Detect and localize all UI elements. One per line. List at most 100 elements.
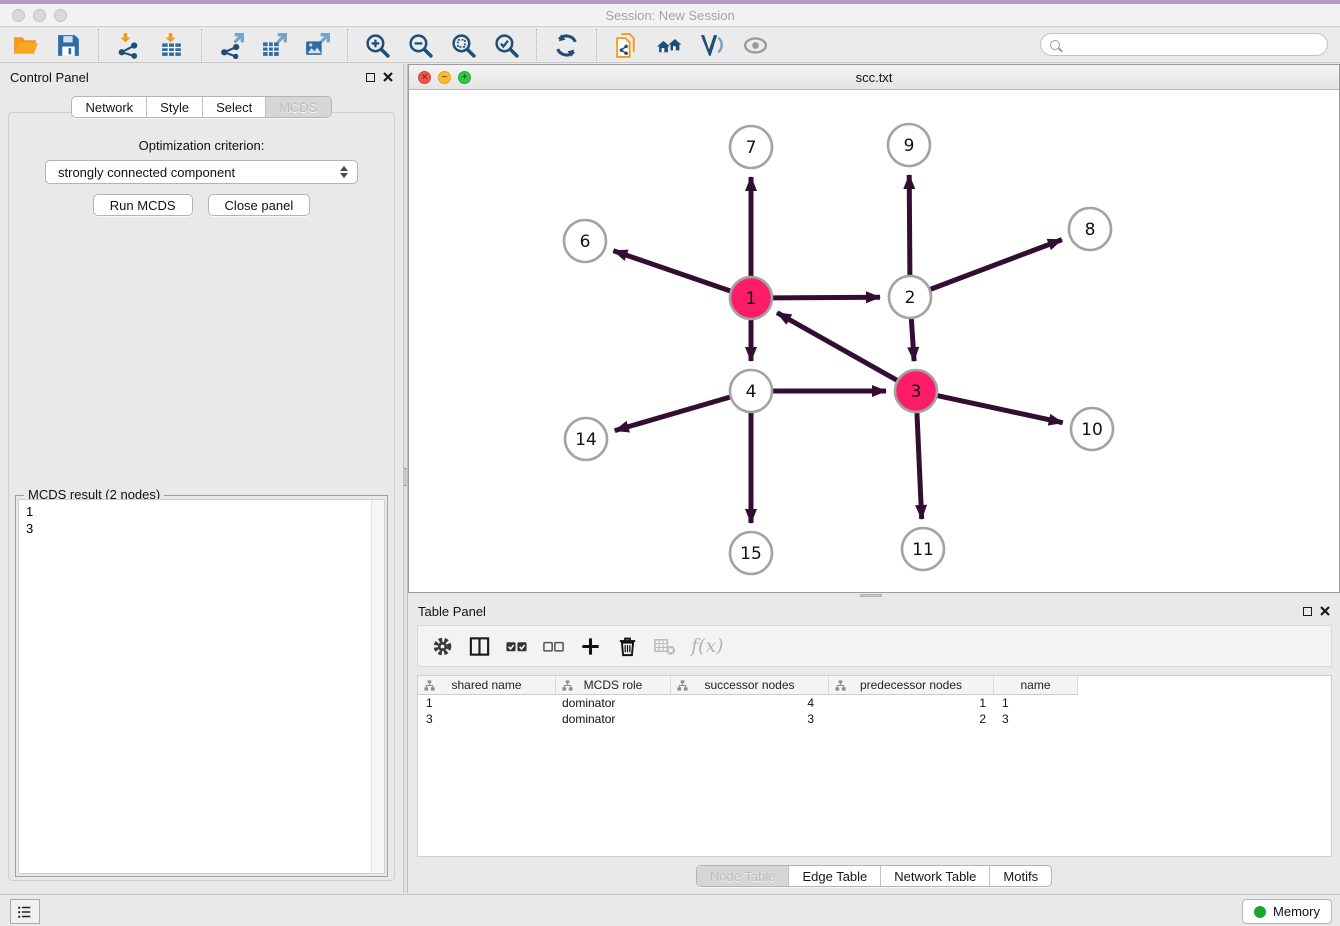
zoom-selected-icon[interactable] (485, 29, 528, 61)
search-input[interactable] (1065, 34, 1327, 55)
network-file-icon[interactable] (605, 29, 648, 61)
graph-node-2[interactable]: 2 (889, 276, 931, 318)
cell-successor-nodes[interactable]: 3 (671, 712, 829, 726)
splitter-grip[interactable] (404, 468, 407, 486)
criterion-select[interactable]: strongly connected component (45, 160, 358, 184)
graph-node-15[interactable]: 15 (730, 532, 772, 574)
network-window-titlebar[interactable]: scc.txt (409, 65, 1339, 90)
run-mcds-button[interactable]: Run MCDS (93, 194, 193, 216)
result-scrollbar[interactable] (371, 500, 384, 873)
float-panel-icon[interactable] (1303, 607, 1312, 616)
import-network-icon[interactable] (107, 29, 150, 61)
tab-style[interactable]: Style (146, 97, 202, 117)
network-canvas[interactable]: 7 9 6 8 1 2 4 3 14 10 15 11 (409, 90, 1339, 592)
cell-mcds-role[interactable]: dominator (556, 696, 671, 710)
svg-text:15: 15 (740, 544, 762, 564)
cell-shared-name[interactable]: 3 (418, 712, 556, 726)
graph-node-1[interactable]: 1 (730, 277, 772, 319)
tab-mcds[interactable]: MCDS (265, 97, 330, 117)
cell-name[interactable]: 1 (994, 696, 1078, 710)
apply-layout-icon[interactable] (545, 29, 588, 61)
edge-2-to-9[interactable] (909, 175, 910, 276)
graph-node-10[interactable]: 10 (1071, 408, 1113, 450)
graph-node-4[interactable]: 4 (730, 370, 772, 412)
column-header-successor-nodes[interactable]: successor nodes (671, 676, 829, 695)
cell-predecessor-nodes[interactable]: 2 (829, 712, 994, 726)
graph-node-11[interactable]: 11 (902, 528, 944, 570)
column-visibility-icon[interactable] (464, 631, 495, 661)
edge-3-to-10[interactable] (937, 395, 1063, 422)
cell-successor-nodes[interactable]: 4 (671, 696, 829, 710)
status-bar: Memory (0, 894, 1340, 926)
tab-select[interactable]: Select (202, 97, 265, 117)
toolbar-separator (201, 29, 202, 61)
search-box[interactable] (1040, 33, 1328, 56)
edge-1-to-2[interactable] (772, 297, 880, 298)
minimize-network-icon[interactable] (438, 71, 451, 84)
add-column-icon[interactable] (575, 631, 606, 661)
graph-node-8[interactable]: 8 (1069, 208, 1111, 250)
home-icon[interactable] (648, 29, 691, 61)
cell-shared-name[interactable]: 1 (418, 696, 556, 710)
svg-text:8: 8 (1085, 220, 1096, 240)
tab-edge-table[interactable]: Edge Table (788, 866, 880, 886)
graph-node-6[interactable]: 6 (564, 220, 606, 262)
export-image-icon[interactable] (296, 29, 339, 61)
vizmapper-icon[interactable] (691, 29, 734, 61)
table-row[interactable]: 3dominator323 (418, 711, 1331, 727)
task-history-icon[interactable] (10, 899, 40, 924)
cell-mcds-role[interactable]: dominator (556, 712, 671, 726)
zoom-out-icon[interactable] (399, 29, 442, 61)
tab-network-table[interactable]: Network Table (880, 866, 989, 886)
table-row[interactable]: 1dominator411 (418, 695, 1331, 711)
show-hide-panel-icon[interactable] (734, 29, 777, 61)
zoom-in-icon[interactable] (356, 29, 399, 61)
memory-button[interactable]: Memory (1242, 899, 1332, 924)
close-panel-icon[interactable] (383, 72, 393, 82)
mcds-tab-content: Optimization criterion: strongly connect… (8, 112, 395, 881)
edge-2-to-3[interactable] (911, 318, 914, 361)
column-header-name[interactable]: name (994, 676, 1078, 695)
close-panel-icon[interactable] (1320, 606, 1330, 616)
deselect-all-icon[interactable] (538, 631, 569, 661)
cell-predecessor-nodes[interactable]: 1 (829, 696, 994, 710)
tab-network[interactable]: Network (72, 97, 146, 117)
edge-4-to-14[interactable] (615, 397, 731, 431)
zoom-fit-icon[interactable] (442, 29, 485, 61)
delete-table-icon[interactable] (649, 631, 680, 661)
window-title: Session: New Session (0, 8, 1340, 23)
svg-text:10: 10 (1081, 420, 1103, 440)
graph-node-9[interactable]: 9 (888, 124, 930, 166)
network-graph[interactable]: 7 9 6 8 1 2 4 3 14 10 15 11 (409, 90, 1339, 592)
maximize-network-icon[interactable] (458, 71, 471, 84)
edge-3-to-1[interactable] (777, 313, 898, 381)
settings-gear-icon[interactable] (427, 631, 458, 661)
export-network-icon[interactable] (210, 29, 253, 61)
memory-label: Memory (1273, 904, 1320, 919)
function-builder-icon[interactable]: f(x) (691, 635, 724, 657)
delete-column-icon[interactable] (612, 631, 643, 661)
column-header-mcds-role[interactable]: MCDS role (556, 676, 671, 695)
edge-2-to-8[interactable] (930, 240, 1062, 290)
edge-1-to-6[interactable] (613, 251, 731, 292)
column-header-predecessor-nodes[interactable]: predecessor nodes (829, 676, 994, 695)
cell-name[interactable]: 3 (994, 712, 1078, 726)
graph-node-14[interactable]: 14 (565, 418, 607, 460)
tab-node-table[interactable]: Node Table (697, 866, 789, 886)
graph-node-3[interactable]: 3 (895, 370, 937, 412)
export-table-icon[interactable] (253, 29, 296, 61)
graph-node-7[interactable]: 7 (730, 126, 772, 168)
edge-3-to-11[interactable] (917, 412, 922, 519)
splitter-grip[interactable] (860, 594, 882, 597)
close-network-icon[interactable] (418, 71, 431, 84)
column-header-shared-name[interactable]: shared name (418, 676, 556, 695)
import-table-icon[interactable] (150, 29, 193, 61)
open-session-icon[interactable] (4, 29, 47, 61)
mcds-result-text[interactable]: 13 (18, 499, 385, 874)
float-panel-icon[interactable] (366, 73, 375, 82)
tab-motifs[interactable]: Motifs (989, 866, 1051, 886)
memory-status-icon (1254, 906, 1266, 918)
select-all-icon[interactable] (501, 631, 532, 661)
save-session-icon[interactable] (47, 29, 90, 61)
close-panel-button[interactable]: Close panel (208, 194, 311, 216)
